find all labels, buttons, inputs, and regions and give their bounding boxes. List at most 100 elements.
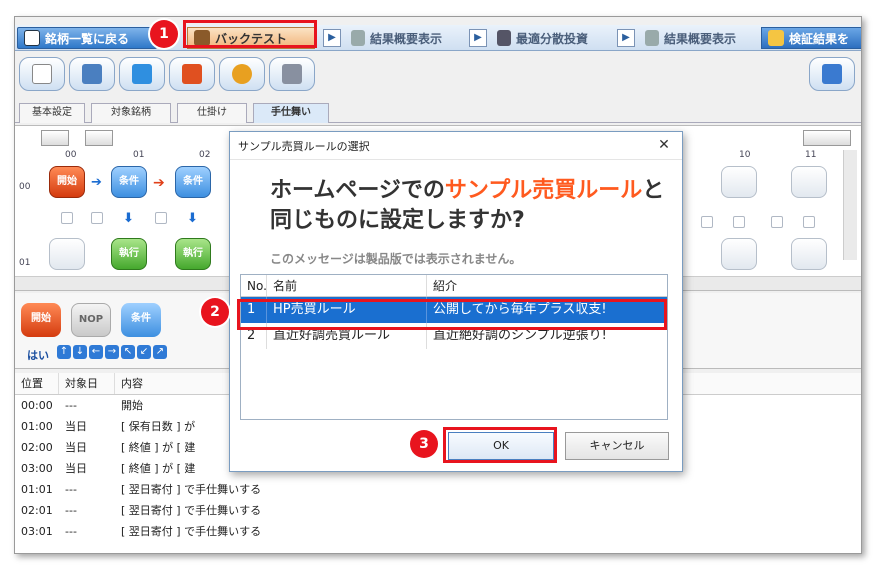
grid-cell[interactable] — [701, 216, 713, 228]
summary1-label: 結果概要表示 — [370, 31, 443, 46]
up-right-arrow-icon[interactable]: ↗ — [153, 345, 167, 359]
node-empty[interactable] — [49, 238, 85, 270]
grid-cell[interactable] — [155, 212, 167, 224]
import-icon — [182, 64, 202, 84]
row-position: 00:00 — [21, 399, 53, 412]
summary2-label: 結果概要表示 — [664, 31, 737, 46]
node-execute-01[interactable]: 執行 — [111, 238, 147, 270]
right-arrow-icon: ➔ — [91, 175, 102, 190]
down-left-arrow-icon[interactable]: ↙ — [137, 345, 151, 359]
callout-badge-2: 2 — [201, 298, 229, 326]
subtab-entry[interactable]: 仕掛け — [177, 103, 247, 123]
new-button[interactable] — [19, 57, 65, 91]
node-empty[interactable] — [721, 166, 757, 198]
row-target-day: 当日 — [65, 462, 87, 475]
row-position: 02:01 — [21, 504, 53, 517]
import-button[interactable] — [169, 57, 215, 91]
dialog-title: サンプル売買ルールの選択 — [230, 132, 682, 160]
close-icon[interactable]: ✕ — [656, 137, 672, 153]
col-name: 名前 — [267, 275, 427, 296]
row-target-day: --- — [65, 525, 77, 538]
palette-button[interactable] — [219, 57, 265, 91]
node-empty[interactable] — [721, 238, 757, 270]
grid-cell[interactable] — [61, 212, 73, 224]
rule-list-header: No. 名前 紹介 — [241, 275, 667, 297]
tab-verify-results[interactable]: 検証結果を — [761, 27, 861, 49]
tab-result-summary-2[interactable]: ▶ 結果概要表示 — [613, 27, 761, 49]
col-target-day: 対象日 — [59, 373, 115, 394]
sub-tab-bar: 基本設定 対象銘柄 仕掛け 手仕舞い — [15, 101, 861, 123]
headline-accent: サンプル売買ルール — [444, 178, 643, 203]
play-icon: ▶ — [617, 29, 635, 47]
row-position: 02:00 — [21, 441, 53, 454]
undo-button[interactable] — [803, 130, 851, 146]
exit-button[interactable] — [809, 57, 855, 91]
table-row[interactable]: 03:01 --- [ 翌日寄付 ] で手仕舞いする — [15, 521, 861, 542]
callout-badge-3: 3 — [410, 430, 438, 458]
play-icon: ▶ — [469, 29, 487, 47]
dialog-headline: ホームページでのサンプル売買ルールと 同じものに設定しますか? — [270, 176, 664, 236]
grid-tool-button-1[interactable] — [41, 130, 69, 146]
headline-line-2: 同じものに設定しますか? — [270, 208, 525, 233]
down-arrow-icon[interactable]: ↓ — [73, 345, 87, 359]
cancel-button[interactable]: キャンセル — [565, 432, 669, 460]
row-target-day: --- — [65, 504, 77, 517]
row-header-00: 00 — [19, 182, 31, 192]
rule-list: No. 名前 紹介 1 HP売買ルール 公開してから毎年プラス収支! 2 直近好… — [240, 274, 668, 420]
vertical-scrollbar[interactable] — [843, 150, 857, 260]
cow-icon — [24, 30, 40, 46]
grid-cell[interactable] — [771, 216, 783, 228]
grid-cell[interactable] — [91, 212, 103, 224]
optimize-label: 最適分散投資 — [516, 31, 589, 46]
node-start[interactable]: 開始 — [49, 166, 85, 198]
back-tab-label: 銘柄一覧に戻る — [45, 31, 130, 46]
subtab-exit[interactable]: 手仕舞い — [253, 103, 329, 123]
table-row[interactable]: 01:01 --- [ 翌日寄付 ] で手仕舞いする — [15, 479, 861, 500]
down-arrow-icon: ⬇ — [123, 211, 134, 226]
paint-palette-icon — [232, 64, 252, 84]
screen-button[interactable] — [69, 57, 115, 91]
grid-icon — [497, 30, 511, 46]
grid-cell[interactable] — [733, 216, 745, 228]
subtab-basic-settings[interactable]: 基本設定 — [19, 103, 85, 123]
col-position: 位置 — [15, 373, 59, 394]
palette-nop-button[interactable]: NOP — [71, 303, 111, 337]
exit-icon — [822, 64, 842, 84]
new-document-icon — [32, 64, 52, 84]
tools-button[interactable] — [269, 57, 315, 91]
right-arrow-icon[interactable]: → — [105, 345, 119, 359]
left-arrow-icon[interactable]: ← — [89, 345, 103, 359]
grid-tool-button-2[interactable] — [85, 130, 113, 146]
back-to-list-tab[interactable]: 銘柄一覧に戻る — [17, 27, 157, 49]
tab-optimize[interactable]: ▶ 最適分散投資 — [465, 27, 613, 49]
up-left-arrow-icon[interactable]: ↖ — [121, 345, 135, 359]
row-target-day: 当日 — [65, 441, 87, 454]
node-empty[interactable] — [791, 238, 827, 270]
palette-condition-button[interactable]: 条件 — [121, 303, 161, 337]
subtab-target-stocks[interactable]: 対象銘柄 — [91, 103, 171, 123]
col-header-10: 10 — [739, 150, 751, 160]
toolbar — [15, 53, 861, 97]
red-arrow-icon: ➔ — [153, 175, 165, 191]
grid-cell[interactable] — [803, 216, 815, 228]
headline-text-2: と — [642, 178, 665, 203]
table-row[interactable]: 02:01 --- [ 翌日寄付 ] で手仕舞いする — [15, 500, 861, 521]
export-icon — [132, 64, 152, 84]
node-condition-01[interactable]: 条件 — [111, 166, 147, 198]
palette-start-button[interactable]: 開始 — [21, 303, 61, 337]
col-no: No. — [241, 275, 267, 296]
yes-label: はい — [27, 349, 49, 362]
export-button[interactable] — [119, 57, 165, 91]
row-position: 03:00 — [21, 462, 53, 475]
row-target-day: --- — [65, 399, 77, 412]
node-execute-02[interactable]: 執行 — [175, 238, 211, 270]
node-condition-02[interactable]: 条件 — [175, 166, 211, 198]
row-content: [ 翌日寄付 ] で手仕舞いする — [121, 504, 262, 517]
chart-icon — [645, 30, 659, 46]
col-description: 紹介 — [433, 279, 458, 293]
highlight-ok-button — [443, 427, 557, 463]
up-arrow-icon[interactable]: ↑ — [57, 345, 71, 359]
dialog-note: このメッセージは製品版では表示されません。 — [270, 252, 522, 266]
node-empty[interactable] — [791, 166, 827, 198]
tab-result-summary-1[interactable]: ▶ 結果概要表示 — [319, 27, 465, 49]
